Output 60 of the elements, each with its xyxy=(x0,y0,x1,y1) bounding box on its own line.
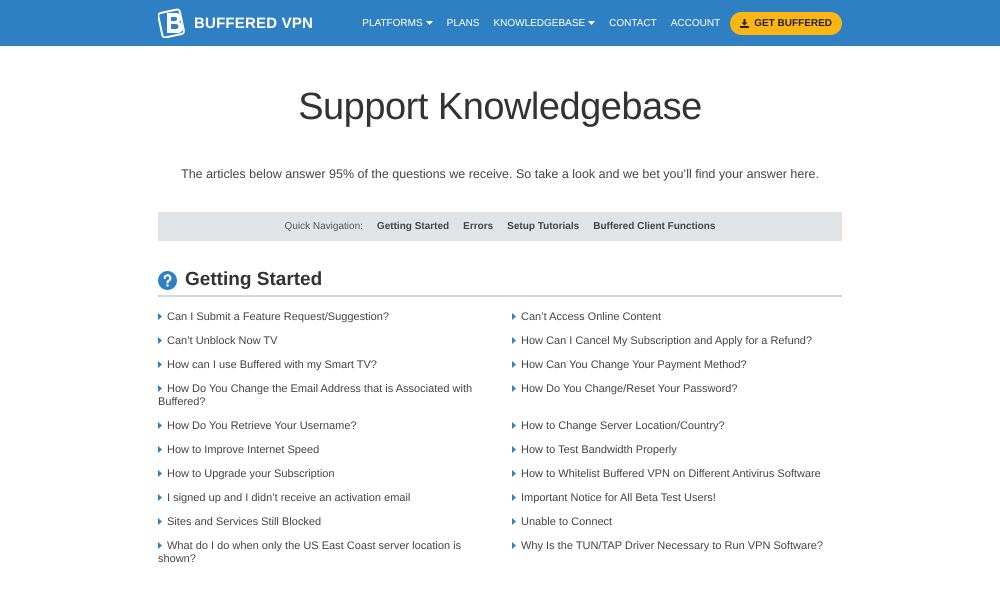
triangle-icon xyxy=(512,337,516,344)
article-link[interactable]: How to Test Bandwidth Properly xyxy=(512,444,842,457)
triangle-icon xyxy=(512,422,516,429)
download-icon xyxy=(740,18,750,28)
article-link[interactable]: What do I do when only the US East Coast server location is shown? xyxy=(158,540,512,566)
article-link[interactable]: How to Whitelist Buffered VPN on Different Antivirus Software xyxy=(512,468,842,481)
nav-link[interactable]: PLANS xyxy=(446,18,480,28)
quick-navigation-link[interactable]: Buffered Client Functions xyxy=(593,221,716,232)
triangle-icon xyxy=(158,337,162,344)
nav-link[interactable]: CONTACT xyxy=(609,18,657,28)
triangle-icon xyxy=(512,361,516,368)
triangle-icon xyxy=(512,385,516,392)
article-link[interactable]: How to Improve Internet Speed xyxy=(158,444,512,457)
article-link[interactable]: How Do You Change the Email Address that is Associated with Buffered? xyxy=(158,383,512,409)
triangle-icon xyxy=(158,470,162,477)
article-link[interactable]: Why Is the TUN/TAP Driver Necessary to Run VPN Software? xyxy=(512,540,842,566)
quick-navigation-link[interactable]: Setup Tutorials xyxy=(507,221,580,232)
quick-navigation-label: Quick Navigation: xyxy=(284,221,363,232)
triangle-icon xyxy=(158,361,162,368)
quick-navigation-link[interactable]: Errors xyxy=(463,221,494,232)
article-link[interactable]: How Do You Retrieve Your Username? xyxy=(158,420,512,433)
triangle-icon xyxy=(512,470,516,477)
caret-icon xyxy=(588,21,596,25)
article-link[interactable]: How to Upgrade your Subscription xyxy=(158,468,512,481)
article-link[interactable]: How to Change Server Location/Country? xyxy=(512,420,842,433)
nav-link[interactable]: KNOWLEDGEBASE xyxy=(493,18,596,28)
triangle-icon xyxy=(512,518,516,525)
article-link[interactable]: Can’t Unblock Now TV xyxy=(158,335,512,348)
triangle-icon xyxy=(512,494,516,501)
triangle-icon xyxy=(512,313,516,320)
triangle-icon xyxy=(158,385,162,392)
nav-link[interactable]: PLATFORMS xyxy=(362,18,433,28)
article-link[interactable]: How Can I Cancel My Subscription and Apply for a Refund? xyxy=(512,335,842,348)
help-icon xyxy=(158,270,177,290)
get-buffered-button[interactable]: GET BUFFERED xyxy=(730,12,842,34)
triangle-icon xyxy=(158,518,162,525)
article-link[interactable]: How Can You Change Your Payment Method? xyxy=(512,359,842,372)
quick-navigation-link[interactable]: Getting Started xyxy=(376,221,450,232)
triangle-icon xyxy=(158,422,162,429)
section-heading: Getting Started xyxy=(185,269,322,291)
triangle-icon xyxy=(158,446,162,453)
logo-icon xyxy=(158,8,188,38)
triangle-icon xyxy=(158,542,162,549)
page-subtitle: The articles below answer 95% of the questions we receive. So take a look and we bet you’ll find your answer here. xyxy=(180,167,820,181)
triangle-icon xyxy=(512,446,516,453)
article-link[interactable]: Important Notice for All Beta Test Users! xyxy=(512,492,842,505)
page-title: Support Knowledgebase xyxy=(297,86,703,129)
article-link[interactable]: Can I Submit a Feature Request/Suggestion? xyxy=(158,311,512,324)
caret-icon xyxy=(426,21,433,25)
article-link[interactable]: How can I use Buffered with my Smart TV? xyxy=(158,359,512,372)
article-link[interactable]: How Do You Change/Reset Your Password? xyxy=(512,383,842,409)
nav-link[interactable]: ACCOUNT xyxy=(670,18,720,28)
triangle-icon xyxy=(512,542,516,549)
triangle-icon xyxy=(158,494,162,501)
article-link[interactable]: I signed up and I didn’t receive an activation email xyxy=(158,492,512,505)
logo-text[interactable]: BUFFERED VPN xyxy=(194,14,314,32)
article-link[interactable]: Sites and Services Still Blocked xyxy=(158,516,512,529)
article-link[interactable]: Unable to Connect xyxy=(512,516,842,529)
article-link[interactable]: Can’t Access Online Content xyxy=(512,311,842,324)
triangle-icon xyxy=(158,313,162,320)
